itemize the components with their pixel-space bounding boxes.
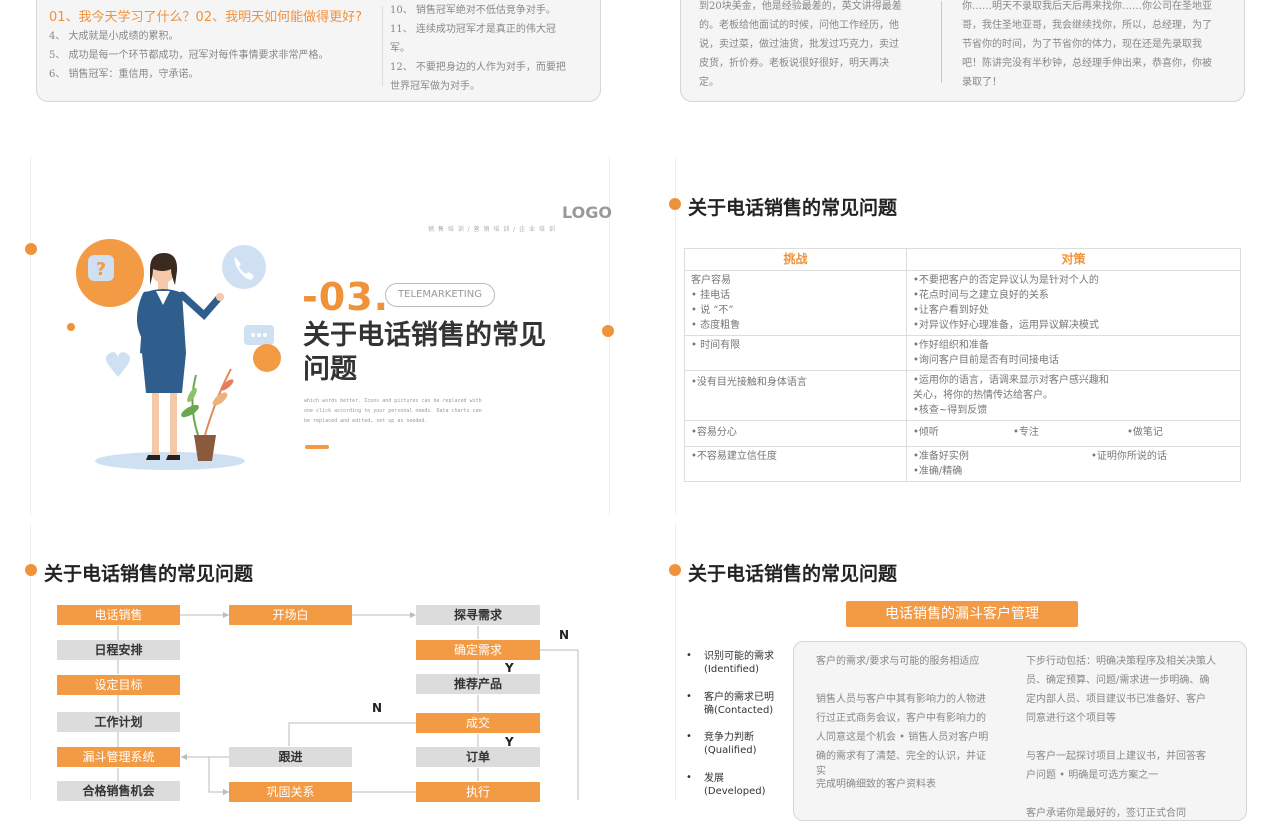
flow-step: 跟进	[229, 747, 352, 767]
flow-step: 成交	[416, 713, 540, 733]
flow-step: 设定目标	[57, 675, 180, 695]
funnel-slide-heading: 关于电话销售的常见问题	[688, 563, 898, 585]
branch-label: N	[559, 628, 570, 642]
funnel-detail-card: 客户的需求/要求与可能的服务相适应 销售人员与客户中其有影响力的人物进 行过正式…	[793, 641, 1247, 821]
funnel-stage: 识别可能的需求 (Identified)	[704, 651, 774, 675]
funnel-stage: 竞争力判断 (Qualified)	[704, 732, 757, 756]
flow-step: 探寻需求	[416, 605, 540, 625]
funnel-stage: 客户的需求已明 确(Contacted)	[704, 692, 774, 716]
stage-bullet: •	[686, 731, 692, 742]
funnel-right-text: 下步行动包括：明确决策程序及相关决策人 员、确定预算、问题/需求进一步明确、确 …	[1026, 656, 1216, 819]
flow-step: 工作计划	[57, 712, 180, 732]
flow-step: 漏斗管理系统	[57, 747, 180, 767]
stage-bullet: •	[686, 650, 692, 661]
flow-step: 确定需求	[416, 640, 540, 660]
flow-step: 开场白	[229, 605, 352, 625]
branch-label: Y	[505, 735, 514, 749]
heading-dot	[669, 564, 681, 576]
flow-step: 推荐产品	[416, 674, 540, 694]
funnel-middle-text: 客户的需求/要求与可能的服务相适应 销售人员与客户中其有影响力的人物进 行过正式…	[816, 656, 989, 790]
funnel-stage: 发展 (Developed)	[704, 773, 766, 797]
branch-label: N	[372, 701, 383, 715]
stage-bullet: •	[686, 772, 692, 783]
branch-label: Y	[505, 661, 514, 675]
flow-step: 电话销售	[57, 605, 180, 625]
flow-step: 日程安排	[57, 640, 180, 660]
flow-step: 执行	[416, 782, 540, 802]
flow-step: 巩固关系	[229, 782, 352, 802]
funnel-title: 电话销售的漏斗客户管理	[846, 601, 1078, 627]
stage-bullet: •	[686, 691, 692, 702]
flow-step: 订单	[416, 747, 540, 767]
flow-step: 合格销售机会	[57, 781, 180, 801]
